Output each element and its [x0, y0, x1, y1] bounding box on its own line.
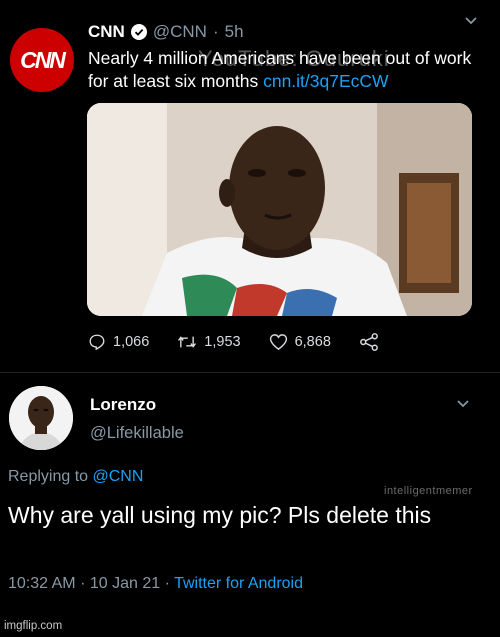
share-icon[interactable] — [359, 333, 379, 351]
cnn-tweet-text: Nearly 4 million Americans have been out… — [88, 47, 480, 93]
heart-icon[interactable] — [269, 333, 288, 351]
reply-tweet-meta: 10:32 AM · 10 Jan 21 · Twitter for Andro… — [8, 575, 303, 593]
lorenzo-display-name[interactable]: Lorenzo — [90, 395, 156, 415]
cnn-tweet: CNN CNN @CNN · 5h Nearly 4 million Ameri… — [0, 0, 500, 370]
replying-prefix: Replying to — [8, 468, 89, 485]
verified-badge-icon — [130, 24, 147, 40]
cnn-logo: CNN — [20, 46, 66, 73]
reply-count: 1,066 — [113, 334, 150, 350]
like-action[interactable]: 6,868 — [269, 333, 331, 351]
intelligentmemer-watermark: intelligentmemer — [384, 485, 473, 497]
lorenzo-avatar[interactable] — [9, 386, 73, 450]
reply-action[interactable]: 1,066 — [88, 333, 149, 351]
meta-separator-2: · — [164, 575, 170, 592]
reply-time[interactable]: 10:32 AM — [8, 575, 76, 592]
reply-icon[interactable] — [88, 333, 106, 351]
cnn-tweet-link[interactable]: cnn.it/3q7EcCW — [263, 71, 388, 91]
cnn-display-name[interactable]: CNN — [88, 22, 125, 42]
reply-date[interactable]: 10 Jan 21 — [90, 575, 160, 592]
retweet-icon[interactable] — [177, 333, 197, 351]
retweet-action[interactable]: 1,953 — [177, 333, 241, 351]
cnn-tweet-actions: 1,066 1,953 6,868 — [88, 333, 407, 351]
cnn-tweet-time[interactable]: 5h — [225, 22, 244, 42]
replying-to: Replying to @CNN — [8, 468, 143, 486]
tweet-divider — [0, 372, 500, 373]
imgflip-watermark: imgflip.com — [4, 620, 63, 632]
reply-source[interactable]: Twitter for Android — [174, 575, 303, 592]
cnn-tweet-header: CNN @CNN · 5h — [88, 22, 244, 42]
cnn-handle[interactable]: @CNN — [153, 22, 207, 42]
chevron-down-icon[interactable] — [455, 397, 471, 415]
header-separator: · — [212, 22, 219, 41]
lorenzo-handle[interactable]: @Lifekillable — [90, 424, 184, 443]
tweet-photo[interactable] — [87, 103, 472, 316]
like-count: 6,868 — [294, 334, 331, 350]
meta-separator-1: · — [80, 575, 86, 592]
share-action[interactable] — [359, 333, 379, 351]
replying-to-handle[interactable]: @CNN — [93, 468, 144, 485]
reply-tweet-text: Why are yall using my pic? Pls delete th… — [8, 502, 432, 528]
chevron-down-icon[interactable] — [463, 14, 479, 32]
cnn-avatar[interactable]: CNN — [10, 28, 74, 92]
retweet-count: 1,953 — [204, 334, 241, 350]
